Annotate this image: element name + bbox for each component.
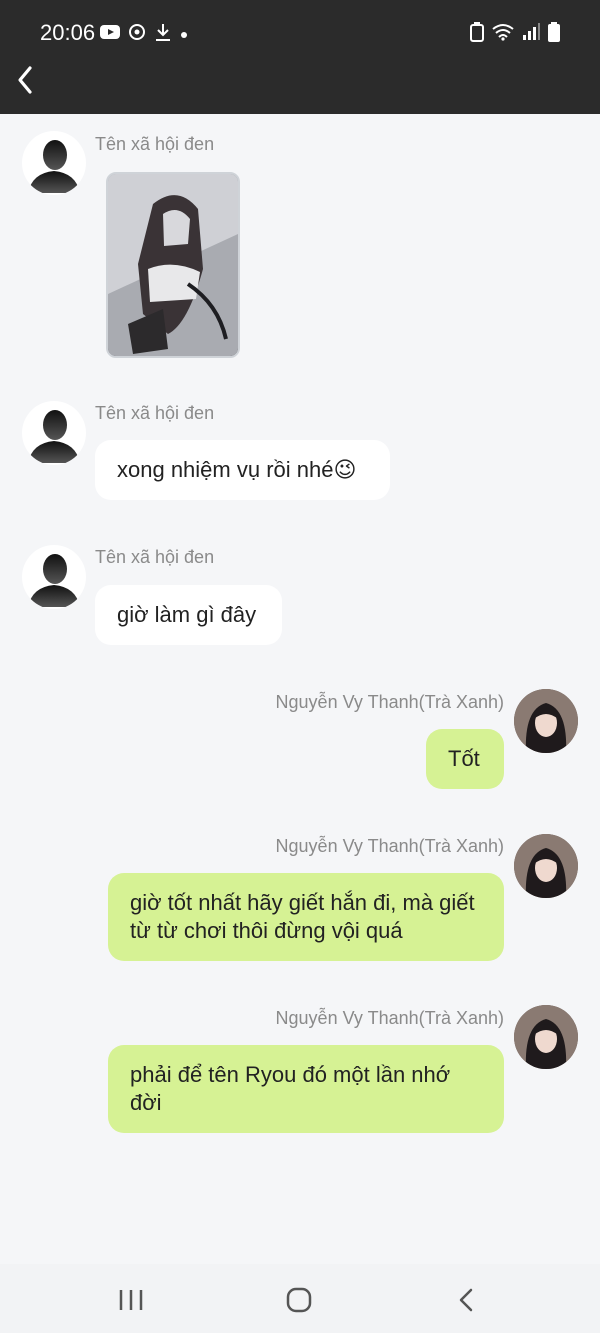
avatar-right[interactable] (514, 834, 578, 898)
back-button[interactable] (12, 64, 40, 96)
sender-name: Tên xã hội đen (95, 403, 215, 423)
image-attachment[interactable] (106, 172, 240, 358)
recent-apps-icon (119, 1290, 143, 1310)
dot-icon (180, 26, 188, 44)
sync-icon (128, 23, 146, 46)
system-nav-bar (0, 1264, 600, 1333)
top-bar: 20:06 (0, 0, 600, 114)
avatar-left[interactable] (22, 131, 86, 195)
youtube-icon (100, 24, 120, 45)
back-icon (459, 1288, 473, 1312)
battery-icon (548, 22, 560, 47)
message-bubble[interactable]: giờ tốt nhất hãy giết hắn đi, mà giết từ… (108, 873, 504, 961)
recent-apps-button[interactable] (113, 1282, 149, 1318)
sender-name: Nguyễn Vy Thanh(Trà Xanh) (275, 1008, 504, 1028)
sender-name: Nguyễn Vy Thanh(Trà Xanh) (275, 836, 504, 856)
sender-name: Nguyễn Vy Thanh(Trà Xanh) (275, 692, 504, 712)
home-icon (286, 1287, 312, 1313)
wifi-icon (492, 23, 514, 46)
nav-back-button[interactable] (449, 1282, 485, 1318)
message-bubble[interactable]: giờ làm gì đây (95, 585, 282, 645)
avatar-left[interactable] (22, 401, 86, 465)
message-bubble[interactable]: phải để tên Ryou đó một lần nhớ đời (108, 1045, 504, 1133)
message-bubble[interactable]: xong nhiệm vụ rồi nhé😉 (95, 440, 390, 500)
status-icons-right (470, 22, 560, 47)
sender-name: Tên xã hội đen (95, 134, 215, 154)
back-arrow-icon (18, 66, 32, 94)
sender-name: Tên xã hội đen (95, 547, 215, 567)
avatar-left[interactable] (22, 545, 86, 609)
status-icons-left (100, 22, 188, 47)
message-bubble[interactable]: Tốt (426, 729, 504, 789)
download-icon (154, 22, 172, 47)
battery-saver-icon (470, 22, 484, 47)
status-time: 20:06 (40, 20, 96, 45)
home-button[interactable] (281, 1282, 317, 1318)
avatar-right[interactable] (514, 1005, 578, 1069)
avatar-right[interactable] (514, 689, 578, 753)
signal-icon (522, 23, 540, 46)
